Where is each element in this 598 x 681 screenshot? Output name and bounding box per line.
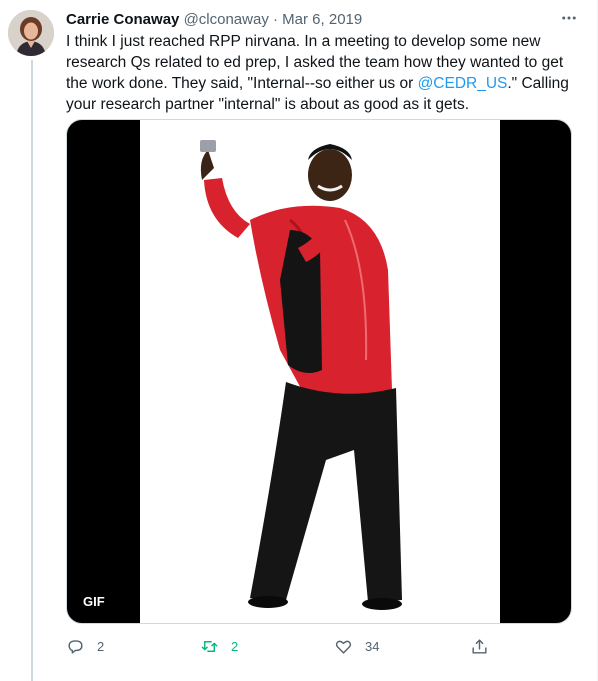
tweet-actions: 2 2 34 bbox=[60, 634, 500, 658]
like-count: 34 bbox=[365, 638, 380, 654]
dancing-man-illustration bbox=[200, 140, 402, 610]
share-button[interactable] bbox=[470, 634, 501, 658]
thread-line bbox=[31, 60, 33, 681]
author-name[interactable]: Carrie Conaway bbox=[66, 11, 179, 28]
heart-icon bbox=[335, 640, 352, 654]
like-button[interactable]: 34 bbox=[334, 634, 379, 658]
tweet-date[interactable]: Mar 6, 2019 bbox=[282, 11, 362, 28]
reply-button[interactable]: 2 bbox=[66, 634, 104, 658]
header-separator: · bbox=[273, 11, 278, 28]
retweet-count: 2 bbox=[231, 638, 239, 654]
share-icon bbox=[472, 638, 487, 654]
tweet-header: Carrie Conaway @clconaway · Mar 6, 2019 bbox=[66, 10, 577, 30]
avatar-image bbox=[8, 10, 54, 56]
reply-count: 2 bbox=[97, 638, 105, 654]
more-horizontal-icon bbox=[562, 16, 576, 20]
gif-frame bbox=[140, 120, 500, 623]
retweet-button[interactable]: 2 bbox=[200, 634, 238, 658]
avatar[interactable] bbox=[8, 10, 54, 56]
gif-media[interactable]: GIF bbox=[66, 119, 572, 624]
mention-link[interactable]: @CEDR_US bbox=[418, 75, 508, 92]
reply-icon bbox=[68, 639, 83, 654]
gif-badge: GIF bbox=[83, 594, 105, 609]
more-options-button[interactable] bbox=[557, 6, 581, 30]
retweet-icon bbox=[201, 640, 218, 652]
author-handle[interactable]: @clconaway bbox=[184, 11, 269, 28]
tweet-text: I think I just reached RPP nirvana. In a… bbox=[66, 31, 576, 115]
tweet[interactable]: Carrie Conaway @clconaway · Mar 6, 2019 … bbox=[0, 0, 598, 681]
